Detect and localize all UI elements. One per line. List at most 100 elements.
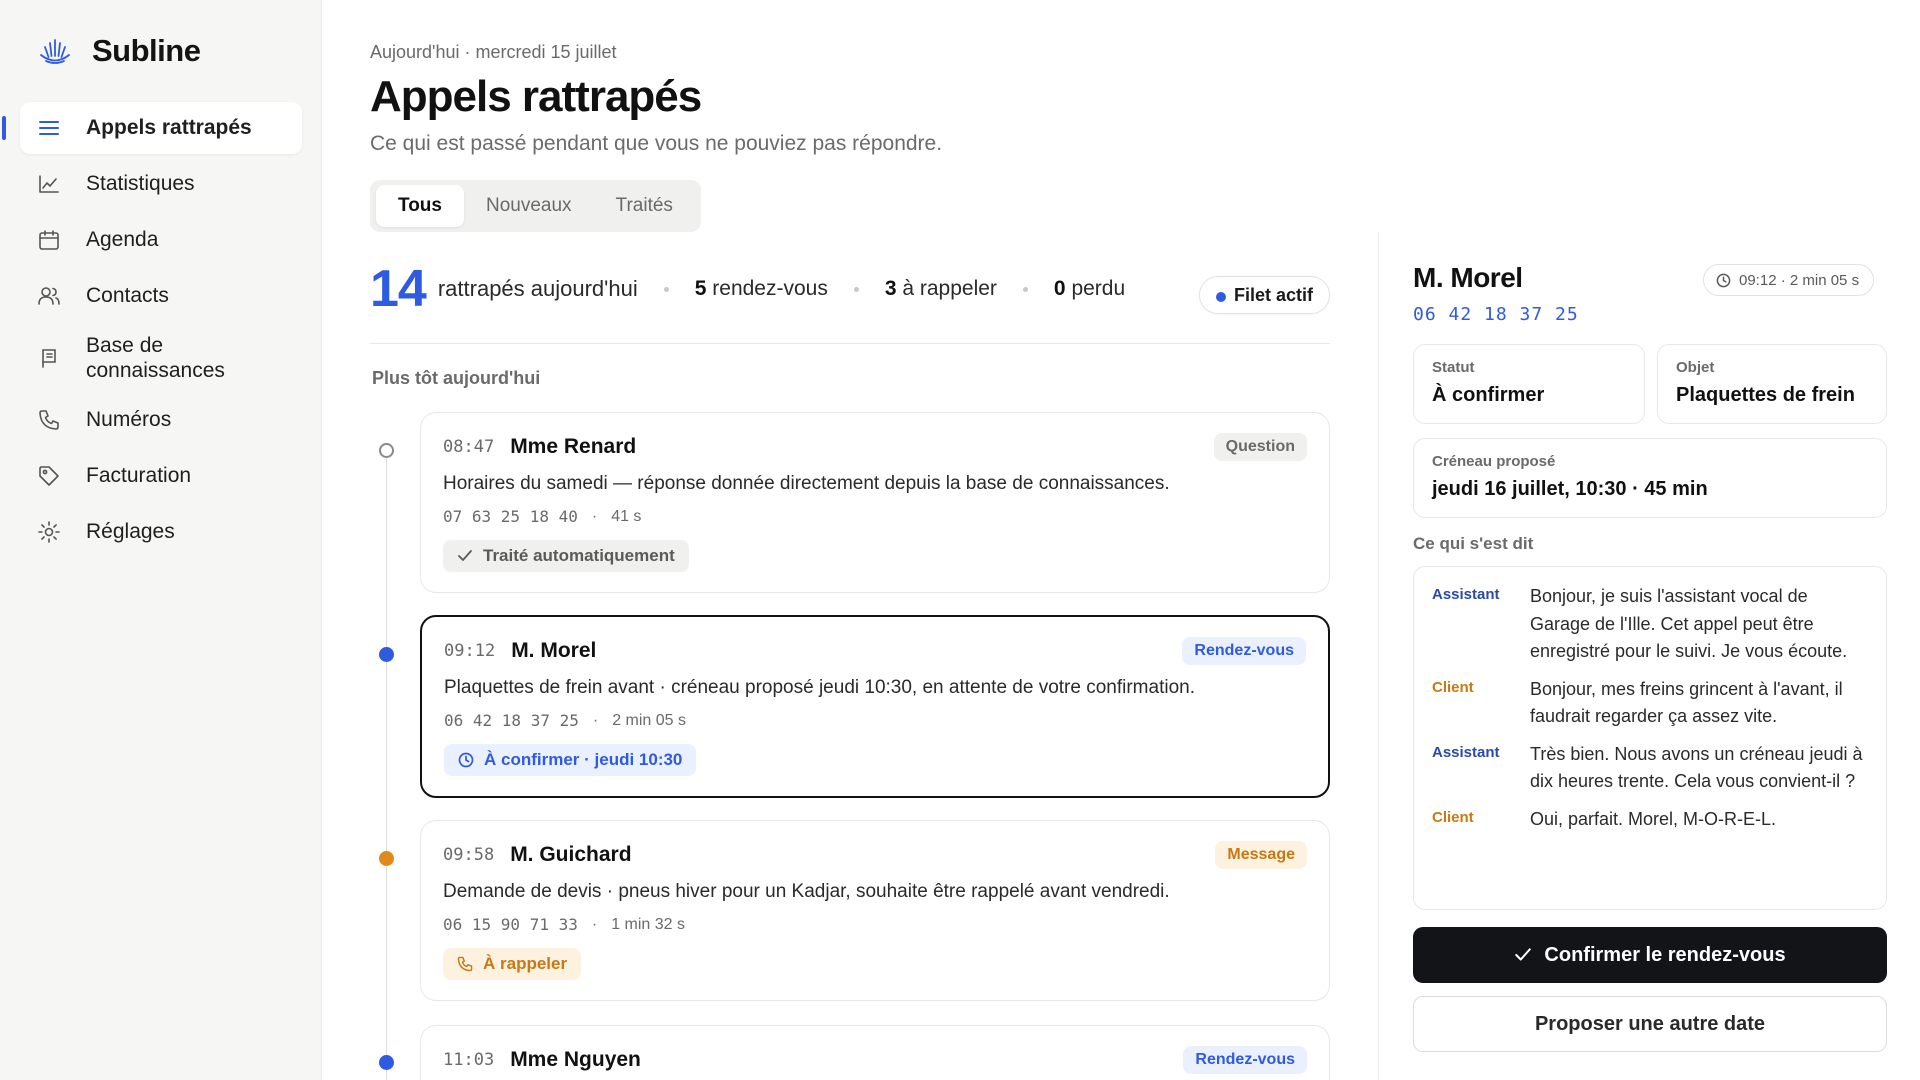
- caller-name: M. Guichard: [510, 843, 632, 866]
- call-status-badge: Traité automatiquement: [443, 540, 689, 572]
- call-type-badge: Rendez-vous: [1182, 637, 1306, 665]
- phone-icon: [457, 956, 473, 972]
- call-duration: 1 min 32 s: [611, 915, 685, 933]
- confirm-appointment-button[interactable]: Confirmer le rendez-vous: [1413, 927, 1887, 983]
- separator-dot: [663, 286, 669, 292]
- speaker-text: Très bien. Nous avons un créneau jeudi à…: [1530, 743, 1863, 792]
- sidebar-item-label: Appels rattrapés: [86, 116, 252, 139]
- call-status-badge: À confirmer · jeudi 10:30: [444, 744, 697, 776]
- chart-line-icon: [36, 171, 62, 197]
- call-summary: Demande de devis · pneus hiver pour un K…: [443, 881, 1170, 902]
- brand[interactable]: Subline: [38, 33, 201, 69]
- call-summary: Horaires du samedi — réponse donnée dire…: [443, 473, 1170, 494]
- call-card[interactable]: 08:47 Mme Renard Question Horaires du sa…: [420, 412, 1330, 593]
- detail-caller-name: M. Morel: [1413, 262, 1523, 293]
- timeline-dot: [379, 851, 394, 866]
- statut-box: Statut À confirmer: [1413, 344, 1645, 424]
- page-subtitle: Ce qui est passé pendant que vous ne pou…: [370, 132, 943, 155]
- statut-value: À confirmer: [1432, 384, 1545, 406]
- confirm-label: Confirmer le rendez-vous: [1544, 943, 1786, 966]
- objet-box: Objet Plaquettes de frein: [1657, 344, 1887, 424]
- call-duration: 2 min 05 s: [612, 711, 686, 729]
- call-card[interactable]: 09:58 M. Guichard Message Demande de dev…: [420, 820, 1330, 1001]
- call-duration: 41 s: [611, 507, 642, 525]
- filet-actif-badge[interactable]: Filet actif: [1198, 276, 1330, 314]
- call-card[interactable]: 11:03 Mme Nguyen Rendez-vous: [420, 1025, 1330, 1080]
- call-status-badge: À rappeler: [443, 948, 582, 980]
- sidebar-item-appels-rattrapes[interactable]: Appels rattrapés: [2, 102, 302, 154]
- clock-icon: [1716, 273, 1731, 287]
- divider: [370, 343, 1330, 344]
- call-time: 08:47: [443, 437, 495, 457]
- sidebar-item-agenda[interactable]: Agenda: [20, 214, 302, 266]
- main-content: Aujourd'hui · mercredi 15 juillet Appels…: [370, 0, 1330, 1080]
- book-icon: [36, 345, 62, 371]
- call-type-badge: Message: [1215, 841, 1307, 869]
- sidebar-item-label: Numéros: [86, 408, 172, 431]
- caller-phone: 06 42 18 37 25: [444, 711, 579, 730]
- clock-icon: [458, 752, 474, 768]
- calendar-icon: [36, 227, 62, 253]
- separator: ·: [592, 711, 599, 729]
- tab-tous[interactable]: Tous: [376, 185, 464, 227]
- check-icon: [1515, 948, 1532, 961]
- call-type-badge: Question: [1213, 433, 1307, 461]
- sidebar-item-contacts[interactable]: Contacts: [20, 270, 302, 322]
- settings-icon: [36, 519, 62, 545]
- sidebar-item-base-de-connaissances[interactable]: Base de connaissances: [20, 326, 302, 390]
- separator-dot: [1022, 286, 1028, 292]
- sidebar-item-label: Statistiques: [86, 172, 195, 195]
- transcript-title: Ce qui s'est dit: [1413, 534, 1534, 553]
- speaker-label: Assistant: [1432, 586, 1500, 603]
- separator-dot: [853, 286, 859, 292]
- timeline-dot: [379, 443, 394, 458]
- tab-traites[interactable]: Traités: [594, 185, 695, 227]
- call-summary: Plaquettes de frein avant · créneau prop…: [444, 677, 1195, 698]
- sidebar-item-label: Agenda: [86, 228, 159, 251]
- speaker-text: Bonjour, je suis l'assistant vocal de Ga…: [1530, 586, 1848, 661]
- call-card-selected[interactable]: 09:12 M. Morel Rendez-vous Plaquettes de…: [420, 615, 1330, 798]
- caller-name: M. Morel: [511, 639, 597, 662]
- status-label: À confirmer · jeudi 10:30: [484, 750, 683, 769]
- separator: ·: [591, 507, 598, 525]
- list-icon: [36, 115, 62, 141]
- separator: ·: [591, 915, 598, 933]
- caller-phone: 06 15 90 71 33: [443, 915, 578, 934]
- call-type-badge: Rendez-vous: [1183, 1046, 1307, 1074]
- users-icon: [36, 283, 62, 309]
- lotus-logo-icon: [40, 39, 70, 64]
- sidebar-item-reglages[interactable]: Réglages: [20, 506, 302, 558]
- transcript-line: Client Oui, parfait. Morel, M-O-R-E-L.: [1432, 806, 1868, 834]
- stat-perdu: 0 perdu: [1053, 277, 1126, 300]
- detail-caller-phone[interactable]: 06 42 18 37 25: [1413, 304, 1579, 325]
- tab-nouveaux[interactable]: Nouveaux: [464, 185, 594, 227]
- transcript-line: Assistant Bonjour, je suis l'assistant v…: [1432, 583, 1868, 666]
- stat-rendez-vous: 5 rendez-vous: [694, 277, 828, 300]
- stats-bar: 14 rattrapés aujourd'hui 5 rendez-vous 3…: [370, 254, 1330, 324]
- propose-other-date-button[interactable]: Proposer une autre date: [1413, 996, 1887, 1052]
- sidebar-item-label: Base de connaissances: [86, 334, 225, 382]
- speaker-label: Client: [1432, 678, 1474, 696]
- caller-name: Mme Nguyen: [510, 1048, 641, 1071]
- detail-call-time: 09:12 · 2 min 05 s: [1739, 271, 1860, 289]
- page-title: Appels rattrapés: [370, 72, 702, 121]
- sidebar-item-numeros[interactable]: Numéros: [20, 394, 302, 446]
- speaker-text: Bonjour, mes freins grincent à l'avant, …: [1530, 678, 1843, 727]
- section-label: Plus tôt aujourd'hui: [372, 368, 541, 388]
- phone-icon: [36, 407, 62, 433]
- objet-label: Objet: [1676, 359, 1715, 376]
- timeline-dot: [379, 1055, 394, 1070]
- current-date: Aujourd'hui · mercredi 15 juillet: [370, 42, 617, 62]
- call-detail-panel: M. Morel 06 42 18 37 25 09:12 · 2 min 05…: [1378, 232, 1920, 1080]
- sidebar-item-statistiques[interactable]: Statistiques: [20, 158, 302, 210]
- status-label: À rappeler: [483, 954, 568, 973]
- check-icon: [458, 550, 472, 561]
- call-time: 09:58: [443, 845, 495, 865]
- sidebar-item-facturation[interactable]: Facturation: [20, 450, 302, 502]
- caller-phone: 07 63 25 18 40: [443, 507, 578, 526]
- transcript-line: Assistant Très bien. Nous avons un créne…: [1432, 741, 1868, 796]
- speaker-text: Oui, parfait. Morel, M-O-R-E-L.: [1530, 808, 1777, 829]
- creneau-box: Créneau proposé jeudi 16 juillet, 10:30 …: [1413, 438, 1887, 518]
- transcript: Assistant Bonjour, je suis l'assistant v…: [1413, 566, 1887, 910]
- speaker-label: Assistant: [1432, 743, 1500, 761]
